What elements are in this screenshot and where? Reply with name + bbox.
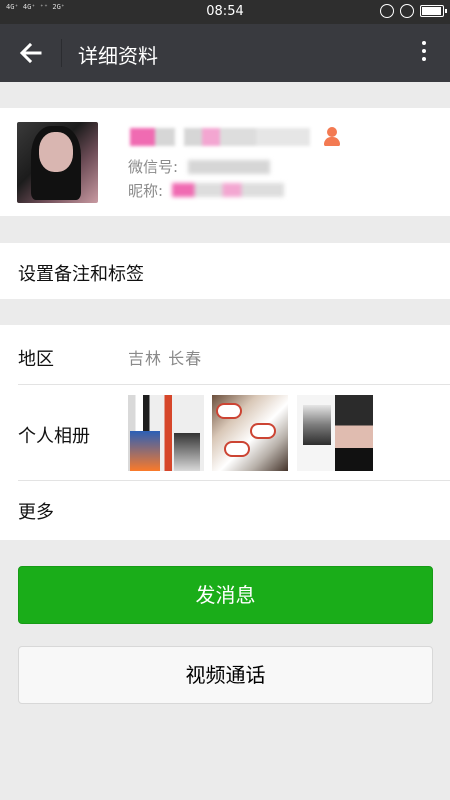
album-photo-3[interactable] xyxy=(297,395,373,471)
more-vertical-icon xyxy=(422,41,426,45)
video-call-button[interactable]: 视频通话 xyxy=(18,646,433,704)
album-photo-1[interactable] xyxy=(128,395,204,471)
region-value: 吉林 长春 xyxy=(128,349,203,368)
info-section: 地区 吉林 长春 个人相册 更多 xyxy=(0,325,450,540)
profile-card[interactable]: 微信号: 昵称: xyxy=(0,108,450,216)
battery-icon xyxy=(420,5,447,17)
back-button[interactable] xyxy=(14,36,48,70)
row-divider xyxy=(18,384,450,385)
arrow-left-icon xyxy=(19,42,42,64)
rotation-lock-icon xyxy=(380,4,394,18)
avatar[interactable] xyxy=(17,122,98,203)
status-icons xyxy=(380,4,447,18)
send-message-button[interactable]: 发消息 xyxy=(18,566,433,624)
nickname-label: 昵称: xyxy=(128,182,164,200)
header-divider xyxy=(61,39,62,67)
page-title: 详细资料 xyxy=(78,44,158,68)
more-options-button[interactable] xyxy=(414,38,434,68)
album-photo-2[interactable] xyxy=(212,395,288,471)
row-divider xyxy=(18,480,450,481)
set-remark-row[interactable]: 设置备注和标签 xyxy=(0,243,450,299)
region-label: 地区 xyxy=(18,349,54,370)
more-label: 更多 xyxy=(18,502,54,523)
female-icon xyxy=(323,127,341,147)
wechat-id-label: 微信号: xyxy=(128,158,179,176)
set-remark-label: 设置备注和标签 xyxy=(18,264,144,285)
album-label: 个人相册 xyxy=(18,426,90,447)
status-bar: 4G⁺ 4G⁺ ⁺⁺ 2G⁺ 08:54 xyxy=(0,0,450,24)
wechat-id-redacted xyxy=(188,160,270,174)
top-bar: 详细资料 xyxy=(0,24,450,82)
nickname-redacted xyxy=(172,183,284,197)
profile-name-redacted xyxy=(130,128,310,146)
alarm-icon xyxy=(400,4,414,18)
